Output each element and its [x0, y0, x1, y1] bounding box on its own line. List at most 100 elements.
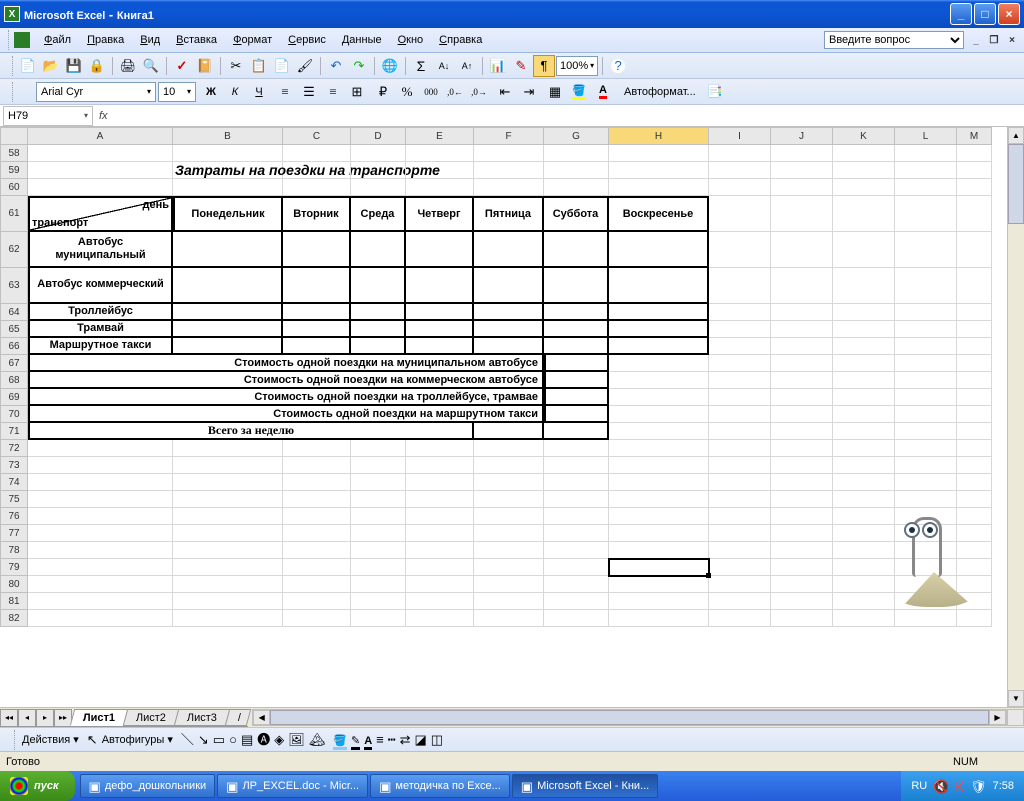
cell-J75[interactable]: [771, 491, 833, 508]
cell-C59[interactable]: [283, 162, 351, 179]
cell-J78[interactable]: [771, 542, 833, 559]
cell-K61[interactable]: [833, 196, 895, 232]
cell-I68[interactable]: [709, 372, 771, 389]
cell-E78[interactable]: [406, 542, 474, 559]
cell-D78[interactable]: [351, 542, 406, 559]
align-left-icon[interactable]: ≡: [274, 81, 296, 103]
cell-H63[interactable]: [609, 268, 709, 304]
cell-B63[interactable]: [173, 268, 283, 304]
cell-L64[interactable]: [895, 304, 957, 321]
select-all-corner[interactable]: [0, 127, 28, 145]
cell-F58[interactable]: [474, 145, 544, 162]
cell-E77[interactable]: [406, 525, 474, 542]
sheet-tab-Лист3[interactable]: Лист3: [174, 709, 231, 726]
scroll-left-icon[interactable]: ◀: [253, 710, 270, 725]
cell-G77[interactable]: [544, 525, 609, 542]
shadow-icon[interactable]: ◪: [414, 733, 426, 746]
cell-I73[interactable]: [709, 457, 771, 474]
dec-decimal-icon[interactable]: ,0→: [468, 81, 490, 103]
cell-M64[interactable]: [957, 304, 992, 321]
show-hide-icon[interactable]: ¶: [533, 55, 555, 77]
cell-M68[interactable]: [957, 372, 992, 389]
font-size-box[interactable]: 10: [158, 82, 196, 102]
row-header-67[interactable]: 67: [0, 355, 28, 372]
cell-E74[interactable]: [406, 474, 474, 491]
row-header-59[interactable]: 59: [0, 162, 28, 179]
chart-icon[interactable]: 📊: [487, 55, 509, 77]
inc-indent-icon[interactable]: ⇥: [518, 81, 540, 103]
cell-D58[interactable]: [351, 145, 406, 162]
cell-G80[interactable]: [544, 576, 609, 593]
cell-L73[interactable]: [895, 457, 957, 474]
col-header-C[interactable]: C: [283, 127, 351, 145]
cell-M65[interactable]: [957, 321, 992, 338]
drawing-icon[interactable]: ✎: [510, 55, 532, 77]
diagram-icon[interactable]: ◈: [274, 733, 284, 746]
cell-G74[interactable]: [544, 474, 609, 491]
lineweight-icon[interactable]: ≡: [376, 733, 384, 746]
3d-icon[interactable]: ◫: [431, 733, 443, 746]
cell-L60[interactable]: [895, 179, 957, 196]
cell-J60[interactable]: [771, 179, 833, 196]
cell-F66[interactable]: [474, 338, 544, 355]
cell-C74[interactable]: [283, 474, 351, 491]
row-header-81[interactable]: 81: [0, 593, 28, 610]
cell-B72[interactable]: [173, 440, 283, 457]
cell-C78[interactable]: [283, 542, 351, 559]
cell-D65[interactable]: [351, 321, 406, 338]
textbox-icon[interactable]: ▤: [241, 733, 253, 746]
cell-L76[interactable]: [895, 508, 957, 525]
cell-J61[interactable]: [771, 196, 833, 232]
row-header-66[interactable]: 66: [0, 338, 28, 355]
cell-B76[interactable]: [173, 508, 283, 525]
row-header-75[interactable]: 75: [0, 491, 28, 508]
cell-J72[interactable]: [771, 440, 833, 457]
cell-K69[interactable]: [833, 389, 895, 406]
cell-A61[interactable]: деньтранспорт: [28, 196, 173, 232]
redo-icon[interactable]: ↷: [348, 55, 370, 77]
cell-D61[interactable]: Среда: [351, 196, 406, 232]
cell-K78[interactable]: [833, 542, 895, 559]
cell-J76[interactable]: [771, 508, 833, 525]
cell-E64[interactable]: [406, 304, 474, 321]
cell-K75[interactable]: [833, 491, 895, 508]
cell-I64[interactable]: [709, 304, 771, 321]
cell-K62[interactable]: [833, 232, 895, 268]
cell-I78[interactable]: [709, 542, 771, 559]
cell-F73[interactable]: [474, 457, 544, 474]
cell-A73[interactable]: [28, 457, 173, 474]
cell-E76[interactable]: [406, 508, 474, 525]
cell-C65[interactable]: [283, 321, 351, 338]
cell-C72[interactable]: [283, 440, 351, 457]
sheet-tab-Лист1[interactable]: Лист1: [70, 709, 129, 726]
col-header-A[interactable]: A: [28, 127, 173, 145]
col-header-B[interactable]: B: [173, 127, 283, 145]
open-icon[interactable]: 📂: [40, 55, 62, 77]
cell-B61[interactable]: Понедельник: [173, 196, 283, 232]
cell-J66[interactable]: [771, 338, 833, 355]
cell-L82[interactable]: [895, 610, 957, 627]
cell-G69[interactable]: [544, 389, 609, 406]
cell-I60[interactable]: [709, 179, 771, 196]
cell-D79[interactable]: [351, 559, 406, 576]
cell-A60[interactable]: [28, 179, 173, 196]
cell-C80[interactable]: [283, 576, 351, 593]
system-tray[interactable]: RU 🔇 K 🛡 7:58: [901, 771, 1024, 801]
cell-G58[interactable]: [544, 145, 609, 162]
cell-L67[interactable]: [895, 355, 957, 372]
cell-J59[interactable]: [771, 162, 833, 179]
cell-I66[interactable]: [709, 338, 771, 355]
rect-icon[interactable]: ▭: [213, 733, 225, 746]
maximize-button[interactable]: □: [974, 3, 996, 25]
cell-A72[interactable]: [28, 440, 173, 457]
cell-G73[interactable]: [544, 457, 609, 474]
cell-A67[interactable]: Стоимость одной поездки на муниципальном…: [28, 355, 544, 372]
cell-G65[interactable]: [544, 321, 609, 338]
cell-C79[interactable]: [283, 559, 351, 576]
hscroll-thumb[interactable]: [270, 710, 989, 725]
wordart-icon[interactable]: 🅐: [257, 733, 270, 746]
cell-J73[interactable]: [771, 457, 833, 474]
cell-K80[interactable]: [833, 576, 895, 593]
cell-G67[interactable]: [544, 355, 609, 372]
cell-C66[interactable]: [283, 338, 351, 355]
